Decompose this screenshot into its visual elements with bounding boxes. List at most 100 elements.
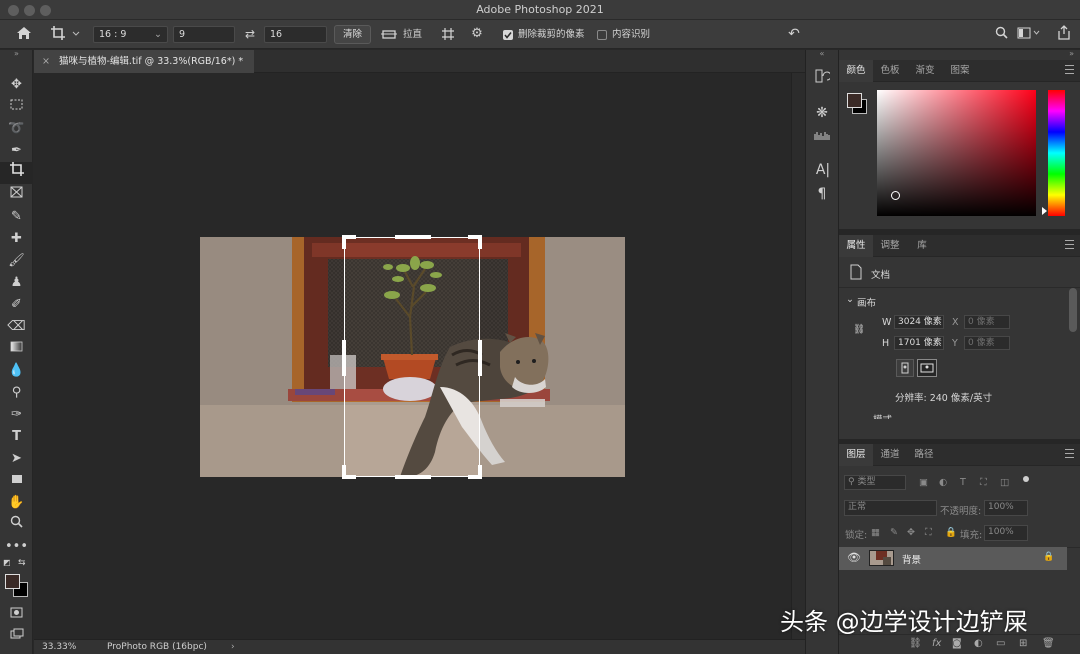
- tab-patterns[interactable]: 图案: [943, 60, 977, 82]
- adjustment-layer-icon[interactable]: ◐: [974, 638, 983, 649]
- lock-all-icon[interactable]: 🔒: [945, 527, 957, 538]
- shape-filter-icon[interactable]: ⛶: [980, 477, 987, 488]
- type-filter-icon[interactable]: T: [960, 477, 966, 488]
- clear-button[interactable]: 清除: [334, 25, 371, 44]
- share-icon[interactable]: [1055, 25, 1073, 43]
- width-ratio-input[interactable]: 9: [173, 26, 235, 43]
- rectangle-tool-icon[interactable]: [0, 470, 33, 492]
- brush-settings-icon[interactable]: ❋: [813, 105, 831, 123]
- crop-handle-left[interactable]: [342, 340, 346, 376]
- layer-row[interactable]: 👁 背景 🔒: [839, 547, 1067, 570]
- crop-box[interactable]: [342, 235, 482, 479]
- lock-artboard-icon[interactable]: ⛶: [925, 527, 932, 538]
- gradient-tool-icon[interactable]: [0, 338, 33, 360]
- lock-image-icon[interactable]: ✎: [890, 527, 898, 538]
- swap-icon[interactable]: ⇄: [240, 27, 260, 43]
- straighten-icon[interactable]: [378, 28, 400, 42]
- foreground-color-swatch[interactable]: [5, 574, 20, 589]
- collapse-strip-icon[interactable]: «: [806, 50, 838, 58]
- canvas-height-field[interactable]: 1701 像素: [894, 336, 944, 350]
- add-mask-icon[interactable]: ◙: [952, 638, 962, 649]
- screen-mode-icon[interactable]: [0, 626, 33, 648]
- zoom-level[interactable]: 33.33%: [42, 640, 76, 654]
- crop-tool-icon[interactable]: [0, 162, 33, 184]
- reset-icon[interactable]: ↶: [784, 26, 804, 44]
- search-icon[interactable]: [992, 26, 1010, 44]
- tab-swatches[interactable]: 色板: [873, 60, 907, 82]
- marquee-tool-icon[interactable]: [0, 96, 33, 118]
- crop-handle-bottom-right[interactable]: [468, 465, 482, 479]
- fill-field[interactable]: 100%: [984, 525, 1028, 541]
- overlay-grid-icon[interactable]: [438, 27, 458, 43]
- new-group-icon[interactable]: ▭: [996, 638, 1005, 649]
- type-tool-icon[interactable]: T: [0, 426, 33, 448]
- ratio-select[interactable]: 16 : 9 ⌄: [93, 26, 168, 43]
- default-colors-icon[interactable]: ◩: [3, 558, 13, 568]
- pen-tool-icon[interactable]: ✑: [0, 404, 33, 426]
- tab-paths[interactable]: 路径: [907, 444, 941, 466]
- tab-libraries[interactable]: 库: [907, 235, 937, 257]
- canvas-section-chevron-icon[interactable]: ⌄: [846, 294, 854, 305]
- link-icon[interactable]: ⛓: [853, 324, 865, 335]
- content-aware-checkbox[interactable]: [597, 30, 607, 40]
- lock-position-icon[interactable]: ✥: [907, 527, 915, 538]
- adjustment-filter-icon[interactable]: ◐: [939, 477, 947, 488]
- color-field[interactable]: [877, 90, 1036, 216]
- canvas-section-label[interactable]: 画布: [857, 295, 876, 309]
- crop-tool-preset-icon[interactable]: [48, 25, 82, 44]
- frame-tool-icon[interactable]: [0, 184, 33, 206]
- paragraph-panel-icon[interactable]: ¶: [813, 186, 831, 204]
- eyedropper-tool-icon[interactable]: ✎: [0, 206, 33, 228]
- panel-foreground-swatch[interactable]: [847, 93, 862, 108]
- opacity-field[interactable]: 100%: [984, 500, 1028, 516]
- canvas-width-field[interactable]: 3024 像素: [894, 315, 944, 329]
- eye-icon[interactable]: 👁: [847, 551, 861, 564]
- character-panel-icon[interactable]: A|: [813, 162, 833, 180]
- delete-cropped-checkbox[interactable]: [503, 30, 513, 40]
- zoom-window-button[interactable]: [40, 5, 51, 16]
- brush-tool-icon[interactable]: 🖌: [0, 250, 33, 272]
- healing-brush-tool-icon[interactable]: ✚: [0, 228, 33, 250]
- move-tool-icon[interactable]: ✥: [0, 74, 33, 96]
- crop-handle-right[interactable]: [478, 340, 482, 376]
- clone-stamp-tool-icon[interactable]: ♟: [0, 272, 33, 294]
- crop-handle-bottom-left[interactable]: [342, 465, 356, 479]
- crop-handle-top-right[interactable]: [468, 235, 482, 249]
- gear-icon[interactable]: ⚙: [467, 26, 487, 44]
- tab-adjustments[interactable]: 调整: [873, 235, 907, 257]
- link-layers-icon[interactable]: ⛓: [909, 638, 922, 649]
- straighten-label[interactable]: 拉直: [403, 20, 422, 49]
- history-panel-icon[interactable]: [813, 68, 832, 86]
- eraser-tool-icon[interactable]: ⌫: [0, 316, 33, 338]
- layer-filter-select[interactable]: ⚲ 类型: [844, 475, 906, 490]
- crop-handle-top-left[interactable]: [342, 235, 356, 249]
- minimize-window-button[interactable]: [24, 5, 35, 16]
- color-panel-menu-icon[interactable]: [1065, 65, 1074, 74]
- chevron-right-icon[interactable]: ›: [231, 640, 235, 654]
- crop-handle-top[interactable]: [395, 235, 431, 239]
- blur-tool-icon[interactable]: 💧: [0, 360, 33, 382]
- new-layer-icon[interactable]: ⊞: [1019, 638, 1027, 649]
- layers-panel-menu-icon[interactable]: [1065, 449, 1074, 458]
- trash-icon[interactable]: 🗑: [1042, 638, 1055, 649]
- dodge-tool-icon[interactable]: ⚲: [0, 382, 33, 404]
- vertical-scrollbar[interactable]: [791, 73, 805, 639]
- path-selection-tool-icon[interactable]: ➤: [0, 448, 33, 470]
- swap-colors-icon[interactable]: ⇆: [18, 558, 28, 568]
- pixel-layer-filter-icon[interactable]: ▣: [919, 477, 928, 488]
- tab-gradients[interactable]: 渐变: [907, 60, 943, 82]
- document-tab[interactable]: × 猫咪与植物-编辑.tif @ 33.3%(RGB/16*) *: [34, 50, 254, 73]
- home-icon[interactable]: [14, 26, 34, 44]
- hand-tool-icon[interactable]: ✋: [0, 492, 33, 514]
- close-window-button[interactable]: [8, 5, 19, 16]
- brushes-panel-icon[interactable]: [813, 129, 831, 143]
- filter-toggle-icon[interactable]: [1023, 476, 1029, 482]
- properties-panel-menu-icon[interactable]: [1065, 240, 1074, 249]
- layer-style-icon[interactable]: fx: [932, 638, 941, 649]
- quick-mask-icon[interactable]: [0, 604, 33, 626]
- portrait-orientation-button[interactable]: [896, 359, 914, 377]
- height-ratio-input[interactable]: 16: [264, 26, 327, 43]
- history-brush-tool-icon[interactable]: ✐: [0, 294, 33, 316]
- tab-layers[interactable]: 图层: [839, 444, 873, 466]
- tab-channels[interactable]: 通道: [873, 444, 907, 466]
